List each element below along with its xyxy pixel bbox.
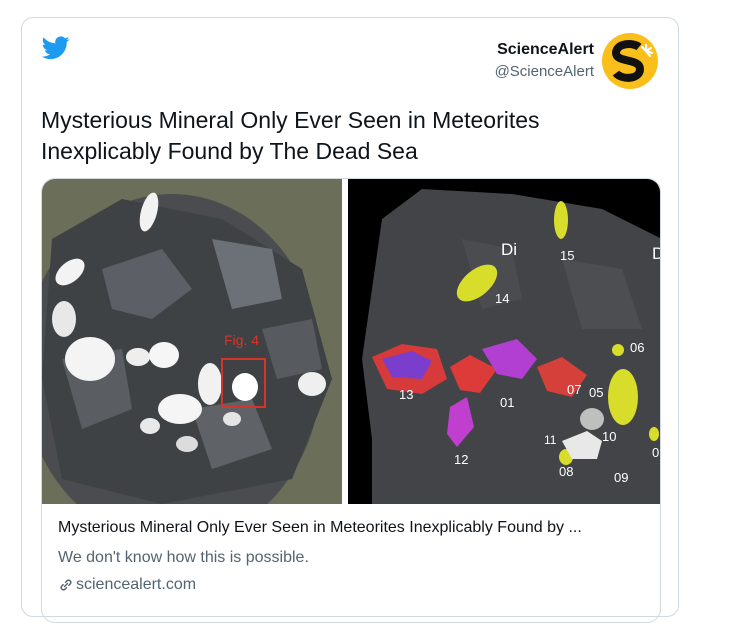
fig-4-label: Fig. 4 bbox=[224, 332, 259, 348]
article-image[interactable]: Fig. 4 Di 15 14 13 01 07 05 06 11 10 12 … bbox=[42, 179, 661, 504]
author-block[interactable]: ScienceAlert @ScienceAlert bbox=[495, 33, 658, 89]
link-description: We don't know how this is possible. bbox=[58, 549, 309, 566]
label-di: Di bbox=[501, 240, 517, 259]
label-07: 07 bbox=[567, 382, 581, 397]
twitter-bird-icon[interactable] bbox=[42, 36, 70, 60]
label-14: 14 bbox=[495, 291, 509, 306]
label-10: 10 bbox=[602, 429, 616, 444]
link-domain-row[interactable]: sciencealert.com bbox=[58, 576, 196, 594]
label-d: D bbox=[652, 244, 661, 263]
label-13: 13 bbox=[399, 387, 413, 402]
avatar[interactable] bbox=[602, 33, 658, 89]
link-title[interactable]: Mysterious Mineral Only Ever Seen in Met… bbox=[58, 519, 648, 537]
tweet-text: Mysterious Mineral Only Ever Seen in Met… bbox=[41, 107, 540, 164]
label-12: 12 bbox=[454, 452, 468, 467]
label-09: 09 bbox=[614, 470, 628, 485]
sciencealert-logo bbox=[611, 40, 654, 82]
author-handle[interactable]: @ScienceAlert bbox=[495, 62, 594, 82]
label-11: 11 bbox=[544, 433, 557, 447]
label-08: 08 bbox=[559, 464, 573, 479]
author-display-name[interactable]: ScienceAlert bbox=[495, 40, 594, 60]
tweet-embed-card[interactable]: ScienceAlert @ScienceAlert Mysterious Mi… bbox=[21, 17, 679, 623]
label-06: 06 bbox=[630, 340, 644, 355]
label-0: 0 bbox=[652, 445, 659, 460]
link-preview-card[interactable]: Fig. 4 Di 15 14 13 01 07 05 06 11 10 12 … bbox=[41, 178, 661, 623]
label-15: 15 bbox=[560, 248, 574, 263]
link-icon bbox=[60, 579, 72, 591]
label-05: 05 bbox=[589, 385, 603, 400]
label-01: 01 bbox=[500, 395, 514, 410]
link-domain[interactable]: sciencealert.com bbox=[76, 576, 196, 594]
